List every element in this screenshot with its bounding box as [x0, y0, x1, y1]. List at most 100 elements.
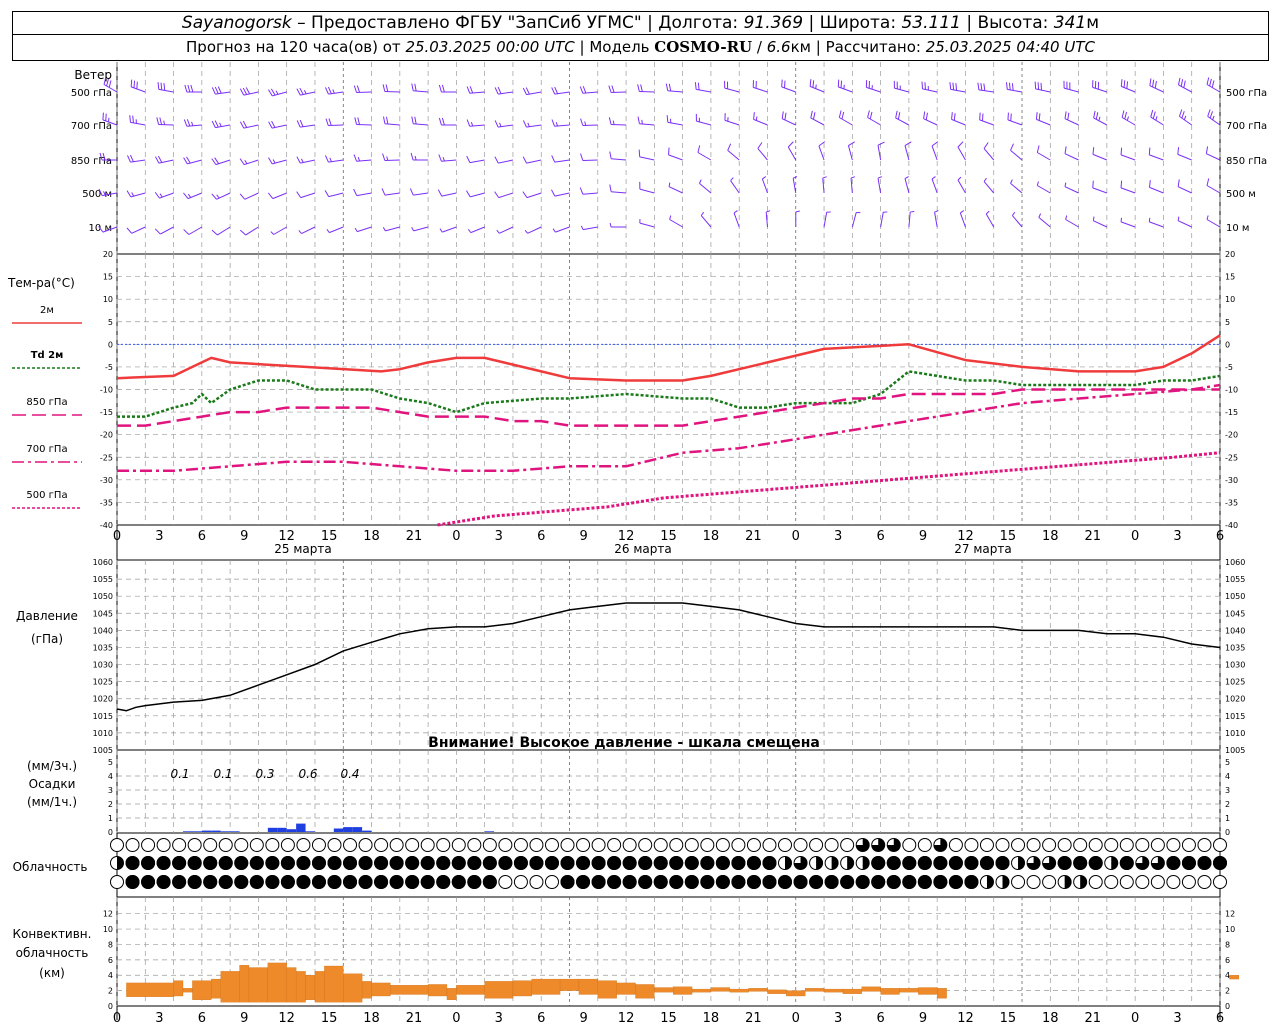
precip-ytick: 1 [108, 814, 113, 823]
wind-barb-feather [1212, 115, 1215, 121]
cloud-symbol [358, 838, 373, 852]
temp-ytick: -25 [100, 453, 113, 462]
time-tick-label-bottom: 6 [537, 1011, 545, 1024]
conv-cloud-bar [559, 978, 580, 991]
wind-barb-shaft [356, 192, 372, 197]
cloud-symbol-fill [607, 856, 622, 870]
pressure-ytick: 1055 [93, 575, 113, 584]
cloud-symbol [156, 838, 171, 852]
cloud-symbol-fill [684, 875, 699, 889]
wind-barb-feather [895, 110, 898, 119]
wind-barb-feather [296, 191, 302, 198]
cloud-symbol [607, 838, 622, 852]
cloud-symbol [1104, 838, 1119, 852]
wind-barb-feather [555, 121, 559, 127]
precip-bar [333, 828, 344, 832]
cloud-symbol [731, 838, 746, 852]
temp-ytick: 0 [108, 340, 113, 349]
wind-barb-feather [640, 84, 643, 92]
wind-barb-feather [268, 121, 273, 129]
wind-barb-feather [268, 89, 273, 97]
wind-barb-shaft [356, 123, 372, 126]
precip-sum-label: 0.1 [213, 767, 232, 781]
conv-cloud-bar [295, 971, 306, 1003]
cloud-symbol-fill [172, 856, 187, 870]
cloud-symbol-fill [420, 856, 435, 870]
temp-ytick-right: -15 [1225, 408, 1238, 417]
wind-barb-feather [239, 121, 245, 129]
wind-level-label: 700 гПа [71, 121, 112, 132]
wind-barb-feather [494, 87, 499, 95]
time-tick-label-bottom: 15 [321, 1011, 338, 1024]
wind-barb-feather [822, 176, 827, 179]
wind-barb-shaft [1177, 153, 1192, 161]
cloud-symbol [824, 838, 839, 852]
wind-barb-feather [267, 192, 274, 199]
wind-barb-shaft [787, 146, 797, 161]
time-tick-label-bottom: 9 [240, 1011, 248, 1024]
wind-barb-feather [211, 87, 216, 95]
wind-barb-shaft [669, 219, 683, 228]
cloud-symbol-fill [436, 856, 451, 870]
cloud-symbol [1197, 875, 1212, 889]
cloud-symbol-fill [746, 875, 761, 889]
wind-barb-feather [812, 112, 816, 120]
cloud-symbol-fill [1057, 856, 1072, 870]
conv-cloud-bar [286, 967, 297, 1003]
wind-barb-shaft [730, 180, 740, 194]
wind-barb-feather [783, 80, 786, 88]
cloud-symbol-fill [451, 856, 466, 870]
wind-barb-feather [766, 210, 771, 213]
cloud-symbol-fill [327, 856, 342, 870]
cloud-symbol-fill [249, 875, 264, 889]
wind-barb-feather [1008, 82, 1011, 90]
wind-barb-feather [275, 90, 279, 95]
cloud-symbol [995, 838, 1010, 852]
wind-barb-feather [612, 120, 615, 125]
cloud-symbol-fill [669, 856, 684, 870]
pressure-title: Давление [16, 609, 78, 623]
cloud-symbol [1135, 875, 1150, 889]
cloud-symbol-fill [265, 875, 280, 889]
pressure-ytick-right: 1010 [1225, 729, 1245, 738]
cloud-symbol-fill [296, 875, 311, 889]
wind-barb-shaft [611, 191, 627, 194]
wind-barb-shaft [158, 123, 174, 126]
conv-ytick: 8 [108, 940, 113, 949]
wind-barb-shaft [733, 212, 740, 228]
cloud-symbol-fill [948, 856, 963, 870]
wind-barb-feather [126, 227, 133, 234]
wind-level-label: 850 гПа [71, 156, 112, 167]
wind-barb-feather [329, 157, 332, 162]
wind-barb-shaft [667, 121, 683, 126]
pressure-ytick: 1045 [93, 609, 113, 618]
time-tick-label: 6 [1216, 529, 1224, 544]
temp-ytick-right: -25 [1225, 453, 1238, 462]
temp-series-line [117, 388, 1220, 427]
precip-bar [220, 831, 231, 832]
cloud-symbol-fill [467, 875, 482, 889]
conv-ytick-right: 0 [1225, 1002, 1230, 1011]
wind-barb-feather [1152, 79, 1155, 88]
wind-barb-feather [848, 141, 855, 146]
precip-bar [201, 830, 212, 832]
wind-barb-shaft [699, 182, 712, 194]
wind-barb-feather [129, 115, 132, 123]
wind-barb-feather [730, 177, 734, 182]
cloud-symbol-fill [862, 856, 870, 870]
cloud-symbol-fill [986, 875, 994, 889]
wind-barb-feather [386, 156, 389, 161]
wind-barb-feather [242, 87, 248, 95]
pressure-ytick: 1060 [93, 558, 113, 567]
cloud-symbol [1088, 875, 1103, 889]
time-tick-label-bottom: 0 [1131, 1011, 1139, 1024]
cloud-symbol [700, 838, 715, 852]
wind-barb-shaft [384, 159, 400, 162]
temp-legend-label: 2м [40, 305, 54, 316]
cloud-symbol-fill [141, 856, 156, 870]
wind-barb-feather [1148, 147, 1151, 155]
cloud-symbol-fill [389, 875, 404, 889]
wind-barb-shaft [1036, 118, 1051, 126]
cloud-symbol-fill [203, 856, 218, 870]
cloud-symbol-fill [871, 875, 886, 889]
